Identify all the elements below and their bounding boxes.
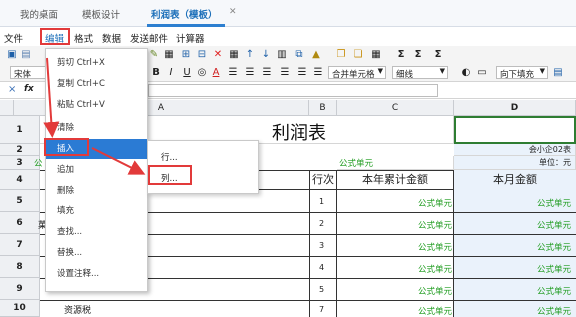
annotation-arrows [43, 57, 146, 175]
arrow-edit-to-insert [43, 57, 60, 138]
arrow-insert-to-column [91, 147, 146, 175]
